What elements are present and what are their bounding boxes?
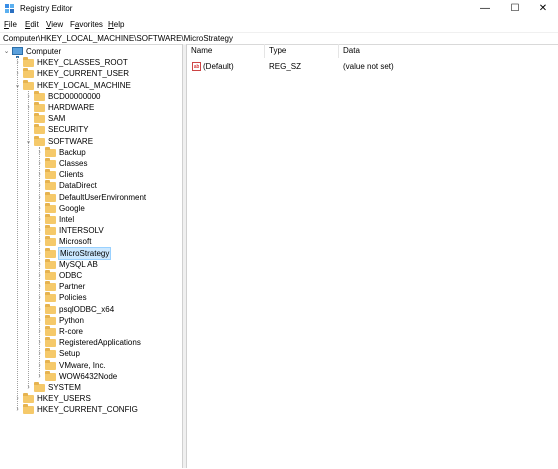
folder-icon	[34, 113, 45, 124]
minimize-button[interactable]: —	[470, 0, 500, 18]
folder-icon	[45, 337, 56, 348]
folder-icon	[45, 169, 56, 180]
tree-node-label: DefaultUserEnvironment	[59, 192, 147, 202]
tree-node-label: HKEY_CURRENT_CONFIG	[37, 405, 138, 415]
column-header-type[interactable]: Type	[265, 44, 339, 58]
tree-node-label: VMware, Inc.	[59, 360, 106, 370]
tree-node-label: ODBC	[59, 271, 83, 280]
folder-icon	[45, 158, 56, 168]
folder-icon	[34, 135, 45, 146]
tree-node-label: Partner	[59, 282, 86, 292]
value-data: (value not set)	[343, 62, 394, 71]
tree-node-label: Policies	[59, 293, 87, 303]
folder-icon	[23, 79, 34, 90]
tree-node-label: HKEY_CURRENT_USER	[37, 69, 130, 79]
registry-tree[interactable]: ⌄ Computer › HKEY_CLASSES_ROOT › HKEY_CURRENT…	[0, 44, 183, 468]
tree-node-label: psqlODBC_x64	[59, 304, 115, 314]
folder-icon	[45, 247, 56, 258]
tree-connector-line	[28, 90, 29, 388]
menu-help[interactable]: Help	[108, 20, 124, 29]
folder-icon	[45, 202, 56, 213]
tree-node-label: SYSTEM	[48, 383, 81, 392]
tree-node-label: SECURITY	[48, 125, 89, 135]
folder-icon	[34, 124, 45, 135]
folder-icon	[45, 180, 56, 191]
tree-node-label: HKEY_USERS	[37, 394, 91, 404]
value-type: REG_SZ	[269, 62, 302, 71]
string-value-icon: ab	[192, 62, 201, 71]
folder-icon	[45, 370, 56, 381]
folder-icon	[45, 270, 56, 280]
tree-node-label: Backup	[59, 147, 86, 157]
tree-node-label: R-core	[59, 327, 84, 336]
folder-icon	[45, 214, 56, 224]
tree-node-label: RegisteredApplications	[59, 338, 141, 348]
menu-view[interactable]: View	[46, 20, 63, 29]
tree-node-label: Python	[59, 315, 84, 325]
tree-node-label: HKEY_CLASSES_ROOT	[37, 58, 128, 68]
menu-file[interactable]: File	[4, 20, 17, 29]
tree-node-label: DataDirect	[59, 181, 97, 191]
tree-connector-line	[39, 146, 40, 377]
tree-node-label: Clients	[59, 170, 84, 180]
folder-icon	[45, 146, 56, 157]
folder-icon	[45, 348, 56, 359]
tree-node-label: Computer	[26, 47, 62, 56]
folder-icon	[45, 326, 56, 336]
tree-node-label: BCD00000000	[48, 91, 101, 101]
tree-node-label: SAM	[48, 114, 66, 124]
value-name: (Default)	[203, 62, 234, 71]
tree-node-label: Intel	[59, 215, 75, 224]
tree-node-label: INTERSOLV	[59, 226, 104, 236]
tree-node-label: Classes	[59, 159, 88, 168]
folder-icon	[23, 393, 34, 404]
tree-node-label: Google	[59, 203, 85, 213]
folder-icon	[45, 236, 56, 247]
tree-node-label: HKEY_LOCAL_MACHINE	[37, 80, 131, 90]
tree-node-label: HARDWARE	[48, 103, 95, 112]
tree-connector-line	[17, 57, 18, 411]
menu-favorites[interactable]: Favorites	[70, 20, 103, 29]
folder-icon	[34, 90, 45, 101]
folder-icon	[45, 191, 56, 202]
close-button[interactable]: ✕	[528, 0, 558, 18]
tree-node-label: SOFTWARE	[48, 136, 94, 146]
values-list[interactable]: Name Type Data ab (Default) REG_SZ (valu…	[186, 44, 558, 468]
column-header-name[interactable]: Name	[187, 44, 265, 58]
menu-bar: File Edit View Favorites Help	[0, 18, 558, 32]
registry-editor-icon	[5, 4, 16, 14]
folder-icon	[23, 57, 34, 68]
folder-icon	[45, 303, 56, 314]
chevron-down-icon[interactable]: ⌄	[2, 46, 11, 57]
folder-icon	[23, 404, 34, 415]
folder-icon	[45, 225, 56, 236]
column-header-data[interactable]: Data	[339, 44, 558, 58]
tree-node-label: Setup	[59, 349, 80, 359]
menu-edit[interactable]: Edit	[25, 20, 39, 29]
value-row[interactable]: ab (Default) REG_SZ (value not set)	[187, 61, 558, 72]
tree-node-label: MySQL AB	[59, 259, 98, 269]
folder-icon	[45, 258, 56, 269]
tree-node-label: WOW6432Node	[59, 371, 118, 381]
folder-icon	[45, 314, 56, 325]
folder-icon	[34, 102, 45, 112]
folder-icon	[45, 292, 56, 303]
folder-icon	[23, 68, 34, 79]
folder-icon	[34, 382, 45, 392]
window-title: Registry Editor	[20, 4, 73, 13]
folder-icon	[45, 281, 56, 292]
computer-icon	[12, 47, 23, 58]
tree-node-label: MicroStrategy	[58, 246, 112, 260]
maximize-button[interactable]: ☐	[500, 0, 530, 18]
folder-icon	[45, 359, 56, 370]
title-bar: Registry Editor — ☐ ✕	[0, 0, 558, 18]
